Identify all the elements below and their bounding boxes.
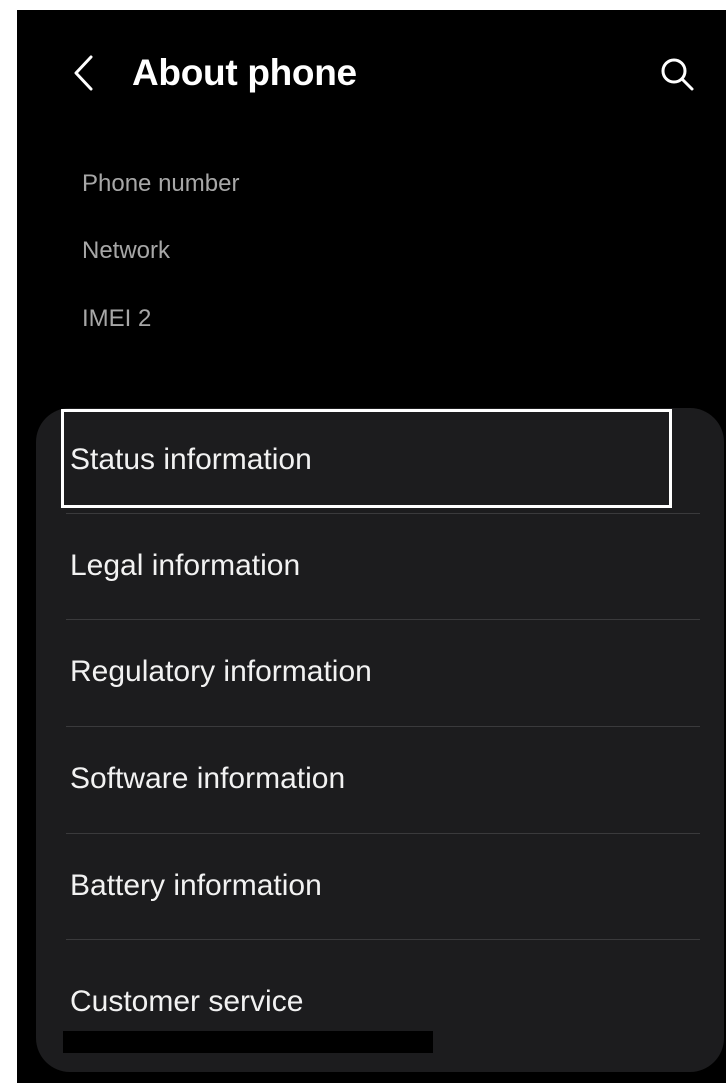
app-bar: About phone [17, 10, 726, 140]
chevron-left-icon [67, 50, 103, 96]
legal-information-item[interactable]: Legal information [36, 514, 724, 620]
search-button[interactable] [657, 54, 697, 94]
menu-item-label: Legal information [70, 549, 301, 582]
software-information-item[interactable]: Software information [36, 727, 724, 833]
menu-item-label: Customer service [70, 985, 304, 1018]
menu-item-label: Regulatory information [70, 655, 372, 688]
status-information-item[interactable]: Status information [36, 408, 724, 514]
search-icon [657, 54, 697, 94]
about-phone-screen: About phone Phone number Network IMEI 2 … [17, 10, 726, 1083]
imei-2-row: IMEI 2 [82, 305, 152, 332]
menu-item-label: Battery information [70, 869, 322, 902]
battery-information-item[interactable]: Battery information [36, 834, 724, 940]
info-menu-card: Status information Legal information Reg… [36, 408, 724, 1072]
phone-number-row: Phone number [82, 170, 240, 197]
regulatory-information-item[interactable]: Regulatory information [36, 620, 724, 726]
menu-item-label: Status information [70, 443, 312, 476]
menu-item-label: Software information [70, 762, 346, 795]
back-button[interactable] [67, 50, 103, 96]
page-title: About phone [132, 52, 357, 93]
network-row: Network [82, 237, 171, 264]
redacted-subtext [63, 1031, 433, 1053]
